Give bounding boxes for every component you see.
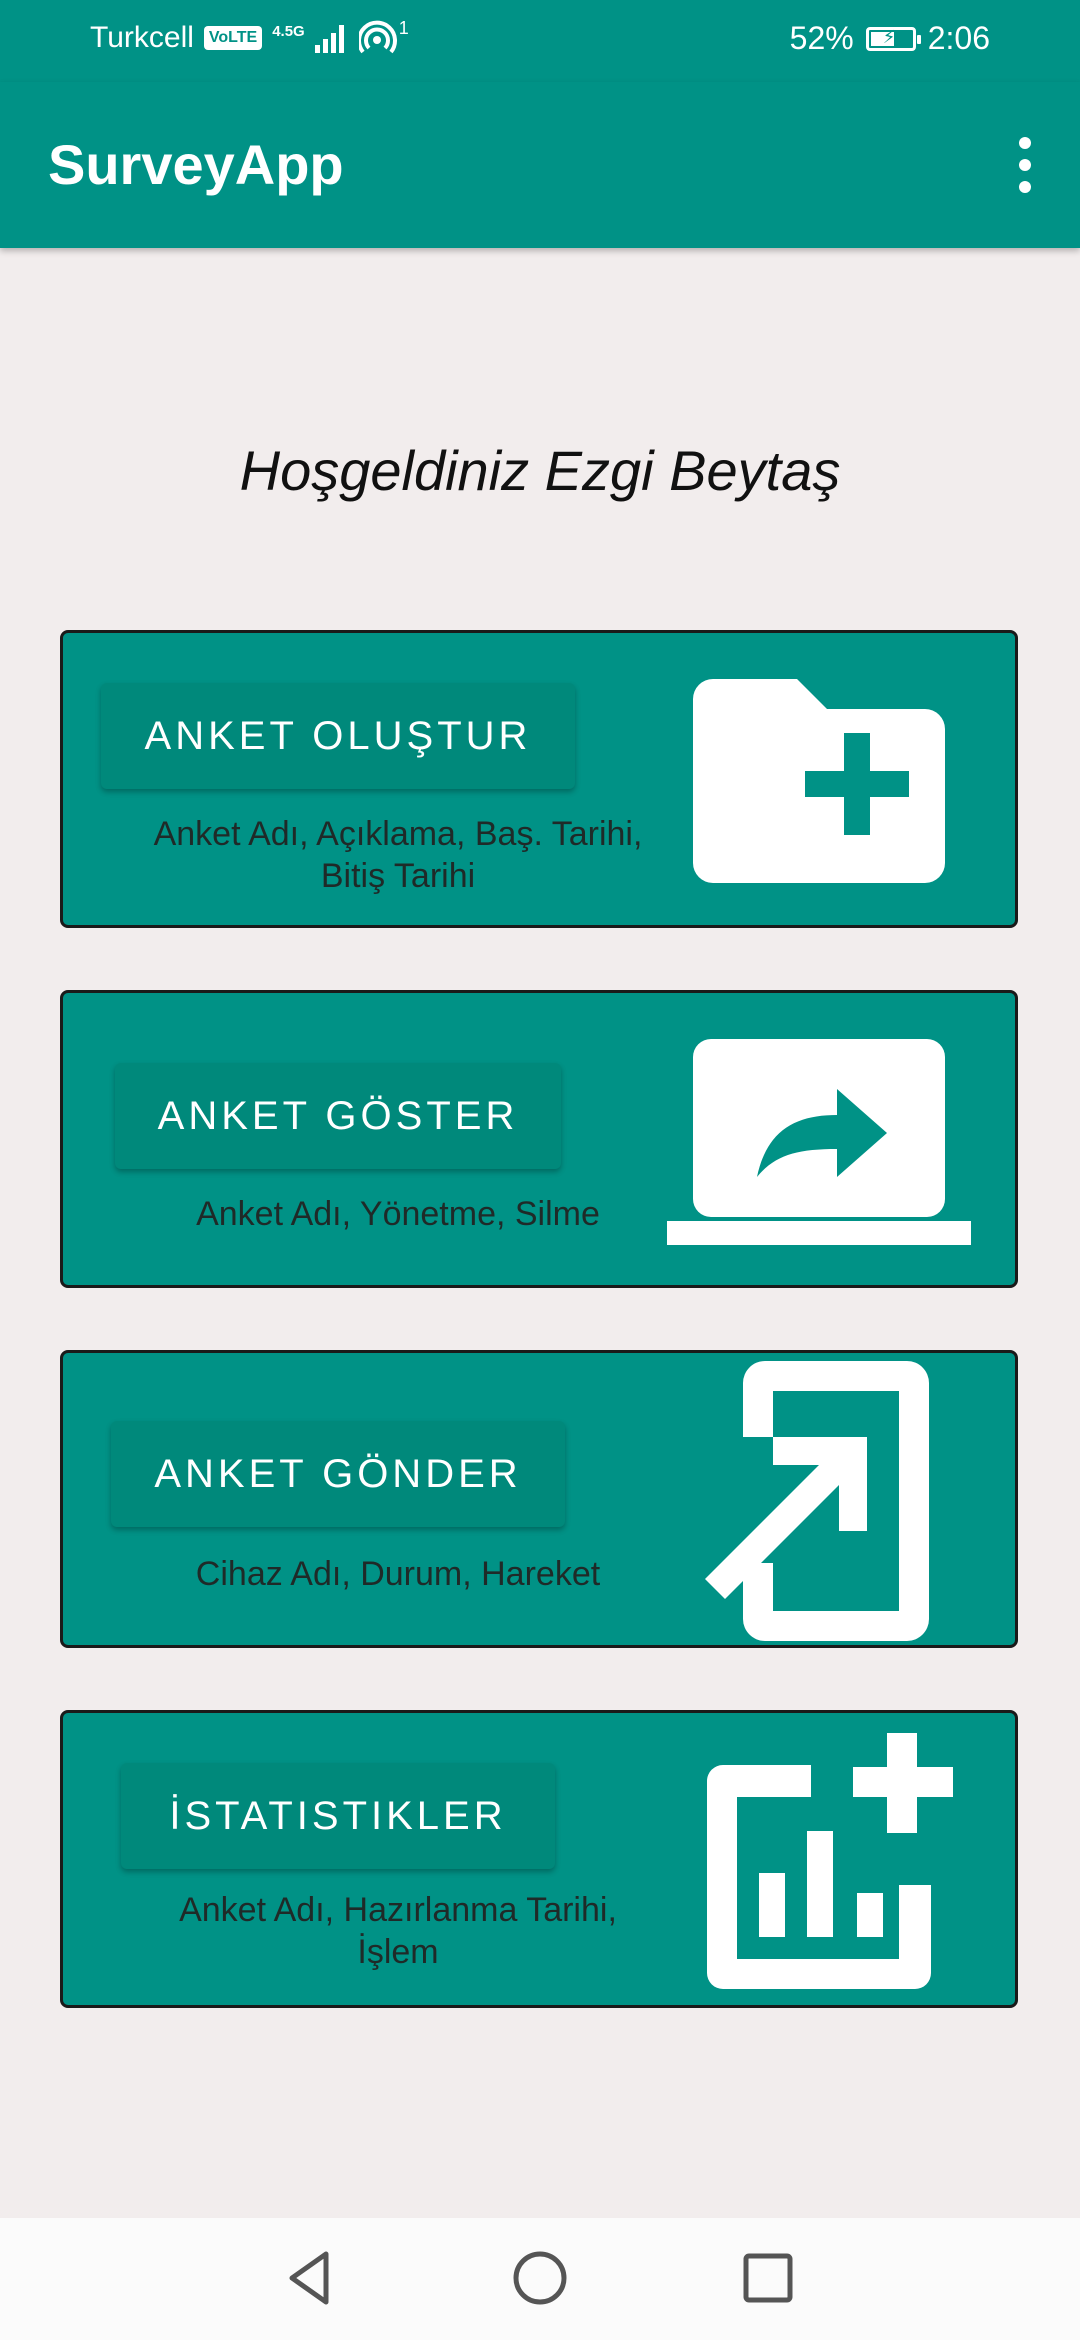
create-survey-desc-line2: Bitiş Tarihi [320,857,476,895]
show-survey-button[interactable]: ANKET GÖSTER [115,1063,561,1169]
status-right: 52% ⚡ 2:06 [790,20,990,57]
more-vert-icon[interactable] [1000,132,1050,198]
statistics-description: Anket Adı, Hazırlanma Tarihi, İşlem [73,1889,723,1973]
charging-bolt-icon: ⚡ [882,26,896,47]
navigation-bar [0,2218,1080,2340]
send-survey-description: Cihaz Adı, Durum, Hareket [73,1553,723,1595]
card-create-survey: ANKET OLUŞTUR Anket Adı, Açıklama, Baş. … [60,630,1018,928]
hotspot-icon [358,20,397,54]
card-show-survey: ANKET GÖSTER Anket Adı, Yönetme, Silme [60,990,1018,1288]
status-bar: Turkcell VoLTE 4.5G 1 52% ⚡ 2:06 [0,0,1080,82]
back-triangle-icon[interactable] [280,2248,340,2308]
statistics-desc-line2: İşlem [357,1933,439,1971]
screen-share-icon [667,1039,971,1245]
create-folder-icon [693,679,945,883]
hotspot-count: 1 [398,17,409,38]
show-survey-desc-line1: Anket Adı, Yönetme, Silme [196,1195,600,1233]
battery-percent: 52% [789,20,854,56]
battery-icon: ⚡ [865,26,921,51]
send-to-mobile-icon [705,1361,929,1641]
card-statistics: İSTATISTIKLER Anket Adı, Hazırlanma Tari… [60,1710,1018,2008]
add-chart-icon [707,1733,953,1989]
volte-badge: VoLTE [203,26,263,50]
network-type: 4.5G [272,22,305,40]
card-send-survey: ANKET GÖNDER Cihaz Adı, Durum, Hareket [60,1350,1018,1648]
create-survey-desc-line1: Anket Adı, Açıklama, Baş. Tarihi, [153,815,643,853]
recents-square-icon[interactable] [738,2248,798,2308]
create-survey-description: Anket Adı, Açıklama, Baş. Tarihi, Bitiş … [73,813,723,897]
statistics-button[interactable]: İSTATISTIKLER [121,1763,555,1869]
clock: 2:06 [927,20,990,56]
carrier-name: Turkcell [90,21,194,54]
status-left: Turkcell VoLTE 4.5G 1 [90,17,409,56]
send-survey-desc-line1: Cihaz Adı, Durum, Hareket [195,1555,601,1593]
create-survey-button[interactable]: ANKET OLUŞTUR [101,683,575,789]
app-bar: SurveyApp [0,82,1080,248]
home-circle-icon[interactable] [510,2248,570,2308]
app-title: SurveyApp [48,133,344,196]
signal-icon [314,25,344,53]
show-survey-description: Anket Adı, Yönetme, Silme [73,1193,723,1235]
welcome-text: Hoşgeldiniz Ezgi Beytaş [239,439,841,502]
send-survey-button[interactable]: ANKET GÖNDER [111,1421,565,1527]
statistics-desc-line1: Anket Adı, Hazırlanma Tarihi, [179,1891,617,1929]
